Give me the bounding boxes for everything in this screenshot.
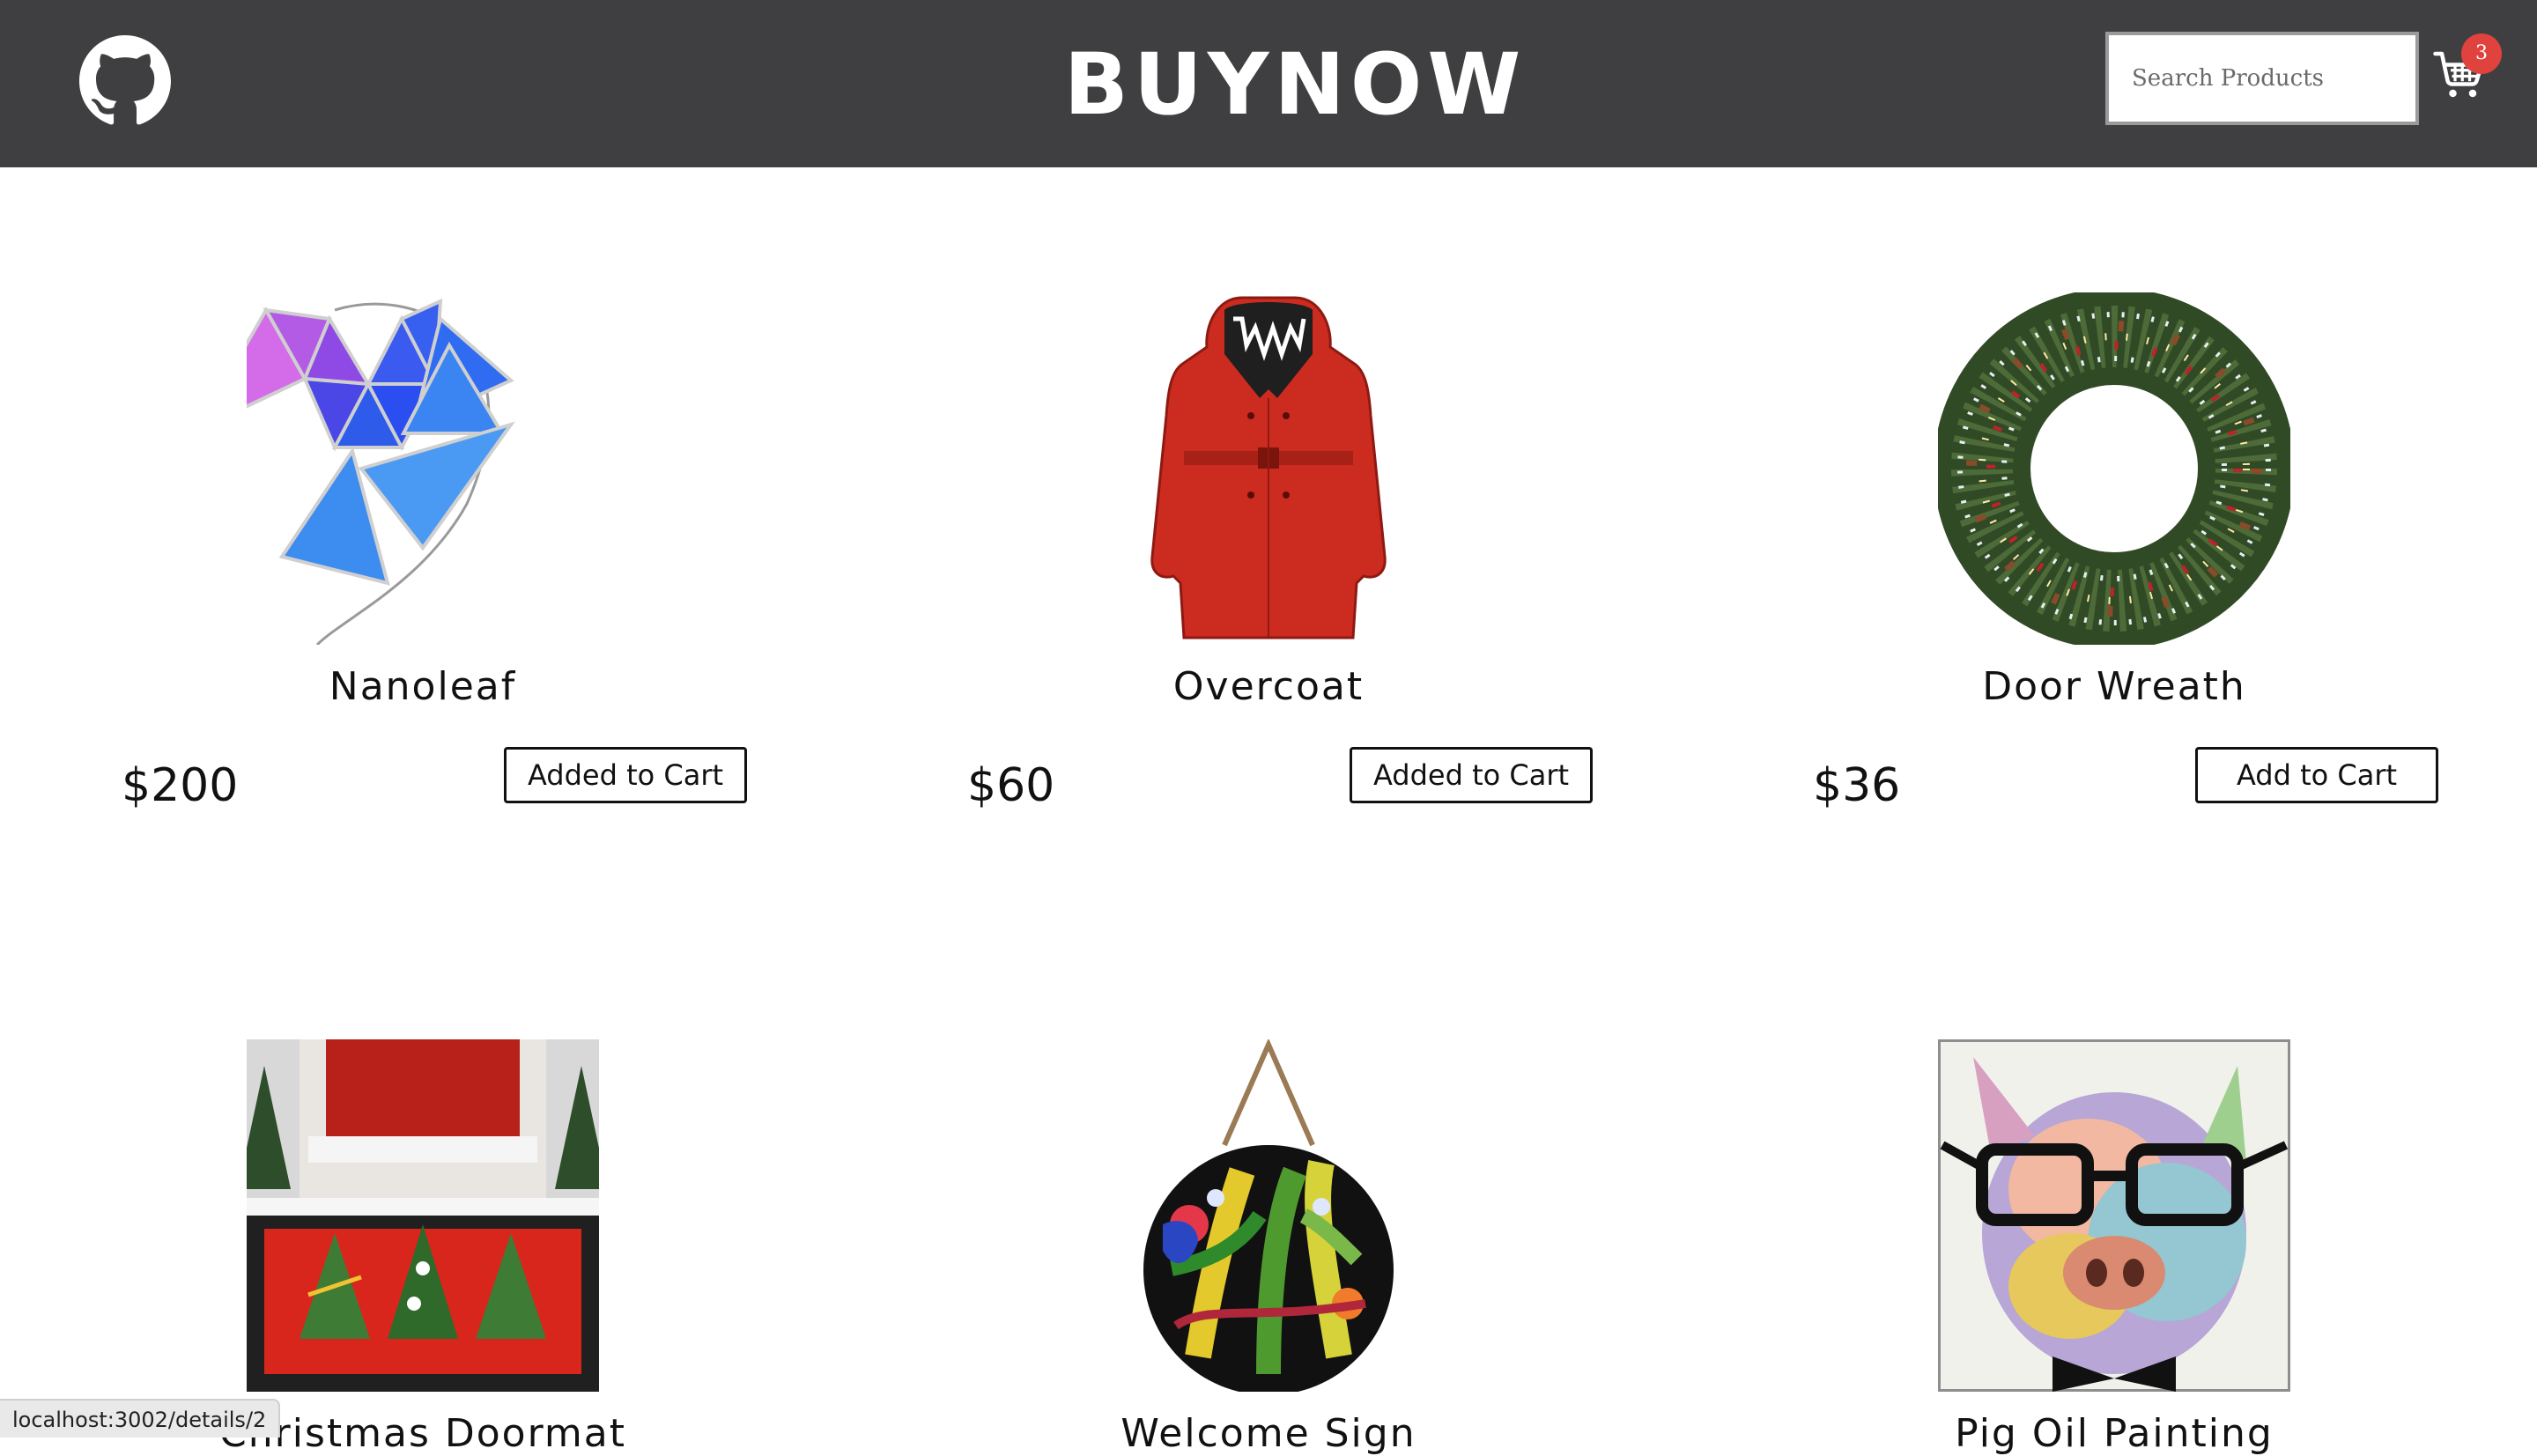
product-name[interactable]: Welcome Sign <box>846 1411 1691 1456</box>
status-bar-url: localhost:3002/details/2 <box>0 1399 281 1438</box>
product-name[interactable]: Door Wreath <box>1691 664 2537 709</box>
product-image[interactable] <box>846 1039 1691 1392</box>
product-price: $200 <box>122 759 239 812</box>
brand-logo[interactable]: BUYNOW <box>1013 41 1577 129</box>
product-image[interactable] <box>0 1039 846 1392</box>
add-to-cart-button[interactable]: Added to Cart <box>1350 747 1593 803</box>
add-to-cart-button[interactable]: Add to Cart <box>2195 747 2438 803</box>
product-image[interactable] <box>846 292 1691 645</box>
product-price: $36 <box>1813 759 1901 812</box>
github-icon[interactable] <box>79 35 171 127</box>
product-name[interactable]: Pig Oil Painting <box>1691 1411 2537 1456</box>
product-image[interactable] <box>1691 1039 2537 1392</box>
search-input[interactable] <box>2105 32 2419 125</box>
cart-count-badge: 3 <box>2461 33 2502 74</box>
wreath-image <box>1938 292 2290 645</box>
pig-painting-image <box>1938 1039 2290 1392</box>
product-name[interactable]: Overcoat <box>846 664 1691 709</box>
product-name[interactable]: Nanoleaf <box>0 664 846 709</box>
add-to-cart-button[interactable]: Added to Cart <box>504 747 747 803</box>
doormat-image <box>247 1039 599 1392</box>
welcome-sign-image <box>1143 1039 1394 1392</box>
product-image[interactable] <box>1691 292 2537 645</box>
product-price: $60 <box>967 759 1055 812</box>
header: BUYNOW 3 <box>0 0 2537 167</box>
nanoleaf-image <box>247 298 515 645</box>
product-image[interactable] <box>0 292 846 645</box>
overcoat-image <box>1150 296 1387 639</box>
